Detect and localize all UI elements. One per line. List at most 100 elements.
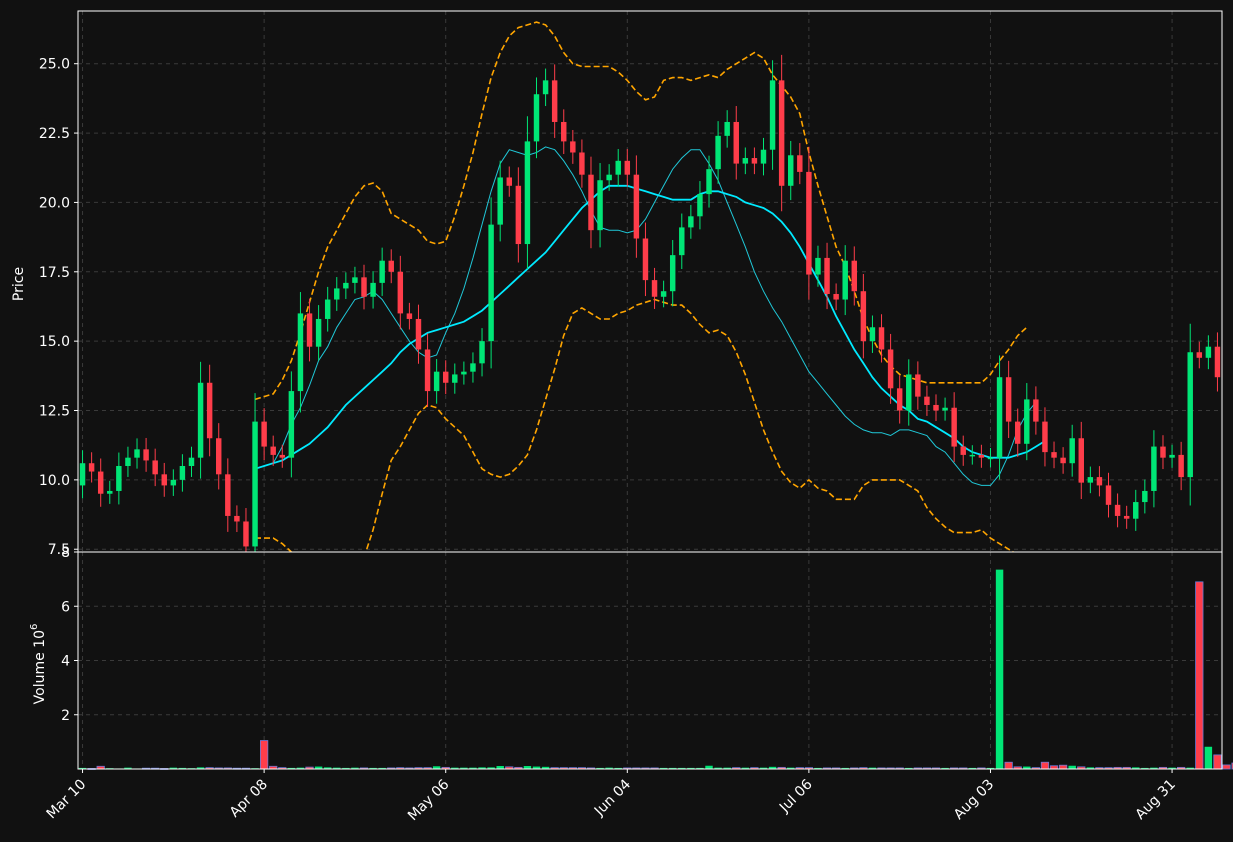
candle-body	[1078, 438, 1084, 483]
price-tick-label: 17.5	[39, 265, 70, 281]
candle-body	[424, 349, 431, 392]
candle-body	[760, 149, 767, 164]
candle-body	[515, 185, 522, 245]
candle-body	[978, 454, 985, 458]
candle-body	[887, 349, 894, 389]
candle-body	[788, 155, 794, 186]
volume-bar	[1204, 746, 1213, 769]
candle-body	[442, 371, 449, 383]
candle-body	[1005, 377, 1012, 422]
candle-body	[1042, 421, 1048, 453]
volume-bar	[1040, 761, 1050, 770]
candle-body	[1214, 346, 1221, 378]
candle-body	[452, 374, 458, 383]
candle-body	[433, 371, 440, 392]
candle-body	[987, 457, 994, 460]
price-tick-label: 25.0	[39, 57, 70, 73]
volume-label-text: Volume	[32, 652, 48, 704]
candle-body	[134, 449, 140, 458]
candle-body	[252, 421, 258, 547]
candle-body	[279, 454, 286, 458]
candle-body	[778, 80, 785, 186]
candle-body	[660, 291, 667, 297]
candle-body	[1160, 446, 1166, 458]
candle-body	[1151, 446, 1157, 491]
volume-tick-label: 4	[61, 654, 70, 670]
candle-body	[679, 227, 685, 256]
candle-body	[542, 80, 549, 95]
candle-body	[261, 421, 267, 447]
candle-body	[79, 463, 86, 486]
candle-body	[197, 382, 204, 458]
candle-body	[1187, 352, 1193, 478]
candle-body	[842, 260, 848, 300]
candle-body	[896, 388, 903, 411]
volume-tick-label: 2	[61, 708, 70, 724]
candle-body	[606, 174, 612, 181]
candle-body	[1178, 454, 1184, 478]
candle-body	[179, 465, 186, 480]
candle-body	[942, 407, 948, 411]
price-tick-label: 12.5	[39, 404, 70, 420]
candle-body	[933, 404, 939, 411]
candle-body	[869, 327, 876, 342]
candle-body	[1196, 352, 1203, 358]
candle-body	[297, 313, 304, 392]
candle-body	[1169, 454, 1175, 458]
candle-body	[715, 135, 721, 170]
candle-body	[306, 313, 313, 347]
candle-body	[724, 121, 730, 136]
candle-body	[951, 407, 957, 447]
chart-background	[0, 0, 1233, 842]
candle-body	[1096, 477, 1103, 486]
volume-bar	[1222, 764, 1231, 770]
candle-body	[597, 180, 603, 231]
volume-bar	[260, 740, 269, 770]
candle-body	[1205, 346, 1212, 358]
candle-body	[1060, 457, 1066, 464]
candle-body	[697, 194, 703, 217]
candle-body	[815, 257, 821, 275]
candle-body	[824, 257, 830, 294]
candle-body	[570, 141, 576, 153]
candle-body	[225, 474, 231, 516]
candle-body	[642, 238, 649, 281]
candle-body	[688, 216, 694, 228]
candle-body	[1014, 421, 1021, 444]
candle-body	[324, 299, 331, 319]
candle-body	[397, 271, 404, 314]
candle-body	[651, 280, 658, 297]
candle-body	[479, 341, 485, 364]
candle-body	[388, 260, 394, 272]
candle-body	[170, 479, 177, 486]
candle-body	[833, 293, 839, 300]
candle-body	[315, 318, 322, 347]
candle-body	[915, 374, 921, 397]
candle-body	[860, 291, 867, 342]
candle-body	[206, 382, 213, 439]
candle-body	[216, 438, 222, 475]
price-tick-label: 20.0	[39, 195, 70, 211]
candle-body	[633, 174, 640, 239]
candle-body	[797, 155, 803, 172]
candle-body	[906, 374, 912, 411]
candle-body	[960, 446, 966, 455]
candle-body	[143, 449, 149, 461]
candle-body	[924, 396, 930, 405]
candle-body	[533, 94, 540, 142]
candle-body	[270, 446, 276, 455]
candle-body	[1123, 515, 1130, 519]
candle-body	[1105, 485, 1112, 505]
candle-body	[188, 457, 195, 466]
candle-body	[878, 327, 885, 350]
volume-bar	[995, 569, 1004, 769]
volume-bar	[1195, 581, 1204, 770]
price-tick-label: 10.0	[39, 473, 70, 489]
candle-body	[996, 377, 1003, 458]
volume-label-exponent-power: 6	[29, 624, 40, 630]
price-tick-label: 22.5	[39, 126, 70, 142]
candle-body	[733, 121, 739, 164]
candle-body	[551, 80, 558, 122]
candle-body	[969, 454, 976, 457]
candle-body	[352, 277, 358, 283]
